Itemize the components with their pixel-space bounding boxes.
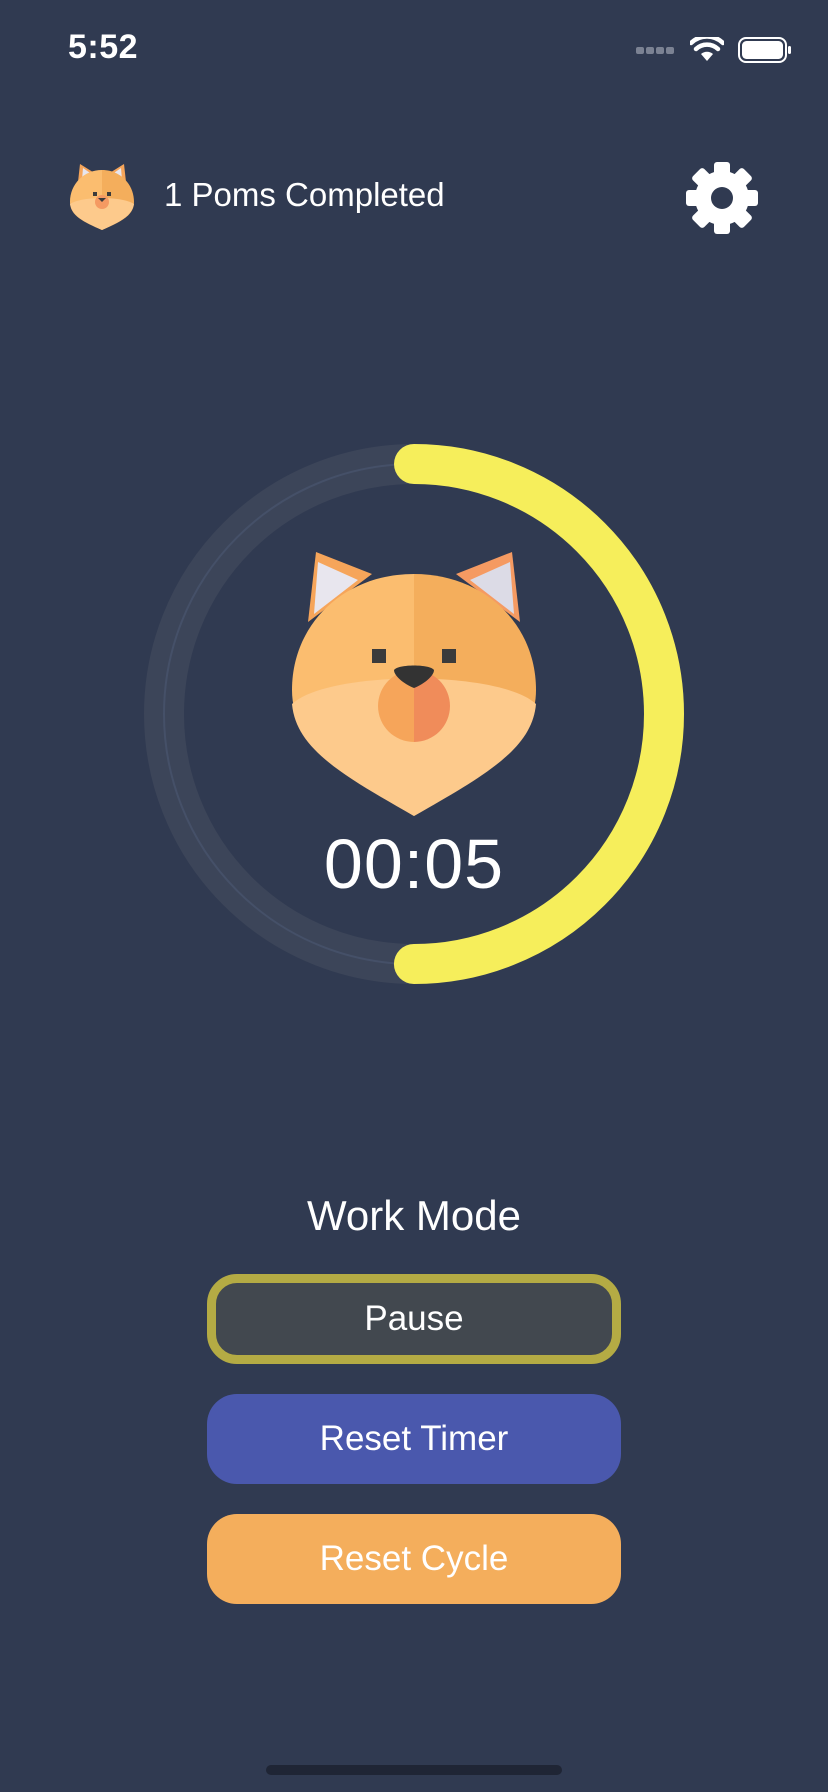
timer-dial: 00:05 (144, 444, 684, 984)
home-indicator[interactable] (266, 1765, 562, 1775)
pause-button[interactable]: Pause (207, 1274, 621, 1364)
poms-completed-label: 1 Poms Completed (164, 176, 445, 213)
reset-timer-button[interactable]: Reset Timer (207, 1394, 621, 1484)
reset-timer-button-label: Reset Timer (319, 1419, 509, 1458)
pom-dog-icon (70, 164, 134, 230)
reset-cycle-button[interactable]: Reset Cycle (207, 1514, 621, 1604)
pause-button-label: Pause (364, 1299, 464, 1338)
pom-dog-face-icon (292, 552, 536, 816)
status-time: 5:52 (68, 28, 139, 66)
timer-screen: 5:52 1 Poms Completed 00:05 Work Mode Pa… (0, 0, 828, 1792)
battery-icon (738, 37, 791, 63)
wifi-icon (690, 37, 724, 61)
gear-icon[interactable] (684, 160, 760, 236)
reset-cycle-button-label: Reset Cycle (319, 1539, 509, 1578)
status-icons (636, 32, 792, 68)
time-remaining: 00:05 (323, 825, 505, 903)
mode-label: Work Mode (307, 1192, 521, 1239)
cellular-signal-icon (636, 47, 674, 54)
